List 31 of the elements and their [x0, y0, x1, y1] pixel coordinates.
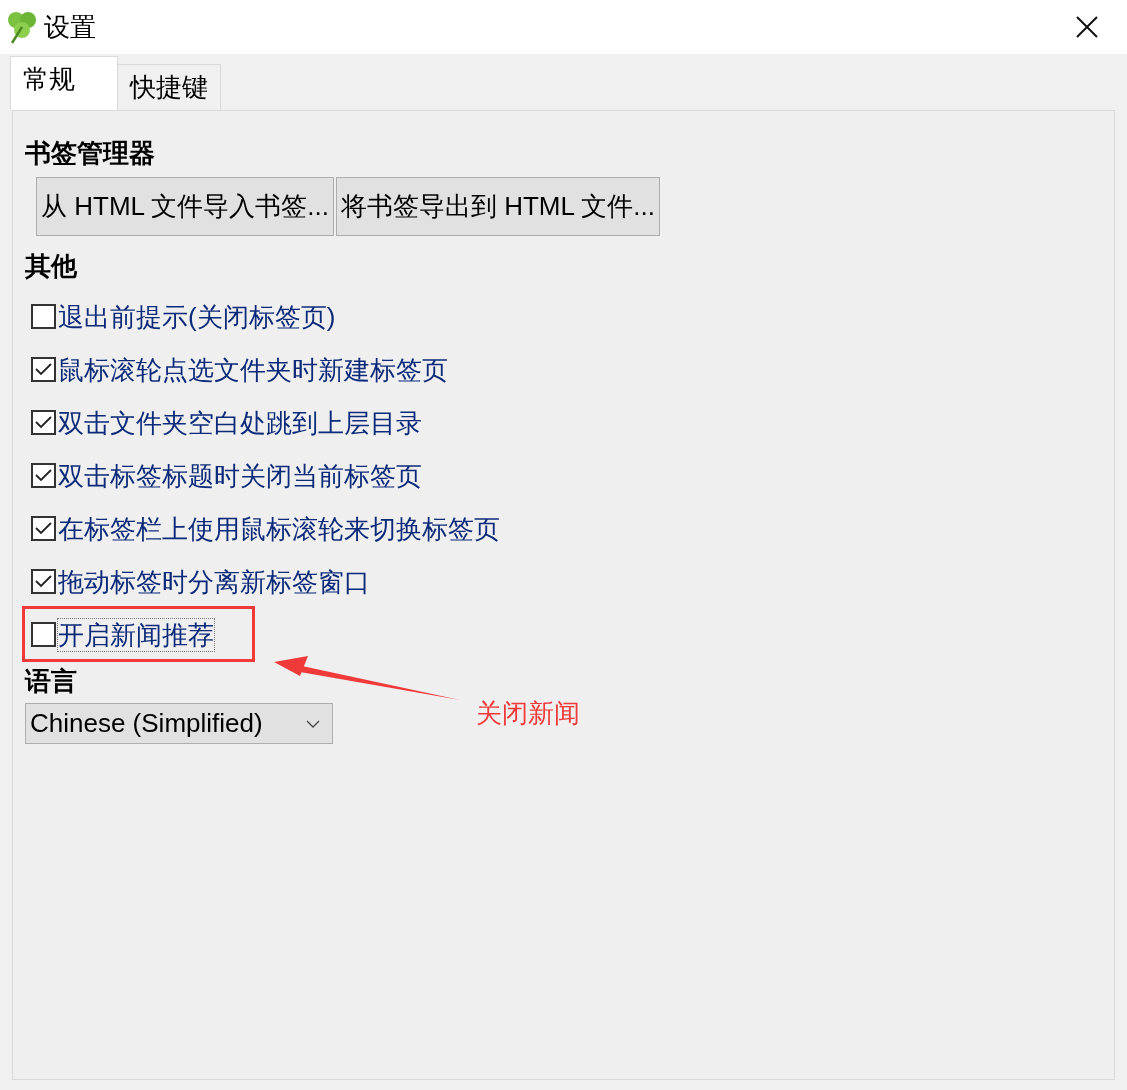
option-label[interactable]: 退出前提示(关闭标签页): [58, 300, 336, 333]
checkbox[interactable]: [31, 622, 56, 647]
checkbox[interactable]: [31, 357, 56, 382]
bookmark-button[interactable]: 将书签导出到 HTML 文件...: [335, 177, 660, 236]
option-label[interactable]: 双击标签标题时关闭当前标签页: [58, 459, 422, 492]
checkmark-icon: [35, 522, 52, 535]
option-label[interactable]: 在标签栏上使用鼠标滚轮来切换标签页: [58, 512, 500, 545]
close-icon: [1076, 16, 1098, 38]
option-label[interactable]: 开启新闻推荐: [58, 618, 214, 651]
section-heading: 语言: [25, 665, 77, 698]
language-dropdown[interactable]: Chinese (Simplified): [25, 703, 333, 744]
checkmark-icon: [35, 575, 52, 588]
checkmark-icon: [35, 416, 52, 429]
tab[interactable]: 常规: [10, 56, 118, 110]
annotation-text: 关闭新闻: [476, 697, 580, 730]
tab[interactable]: 快捷键: [117, 64, 221, 110]
window-title: 设置: [44, 10, 96, 44]
checkbox[interactable]: [31, 463, 56, 488]
checkbox[interactable]: [31, 569, 56, 594]
checkbox[interactable]: [31, 516, 56, 541]
section-heading: 其他: [25, 250, 77, 283]
option-label[interactable]: 拖动标签时分离新标签窗口: [58, 565, 370, 598]
option-label[interactable]: 鼠标滚轮点选文件夹时新建标签页: [58, 353, 448, 386]
checkmark-icon: [35, 469, 52, 482]
checkbox[interactable]: [31, 304, 56, 329]
chevron-down-icon: [306, 719, 320, 728]
checkmark-icon: [35, 363, 52, 376]
bookmark-button[interactable]: 从 HTML 文件导入书签...: [36, 177, 334, 236]
option-label[interactable]: 双击文件夹空白处跳到上层目录: [58, 406, 422, 439]
checkbox[interactable]: [31, 410, 56, 435]
section-heading: 书签管理器: [25, 137, 155, 170]
